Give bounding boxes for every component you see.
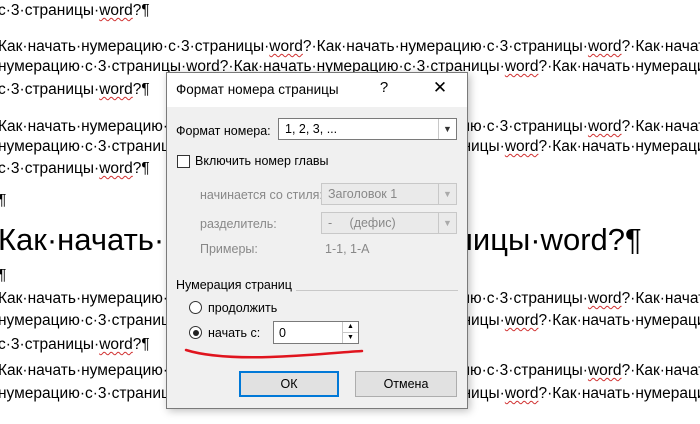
- close-icon[interactable]: ✕: [429, 78, 451, 98]
- misspelled-word: word: [99, 336, 133, 353]
- cancel-button[interactable]: Отмена: [355, 371, 457, 397]
- separator-label: разделитель:: [200, 217, 277, 231]
- text-run: ?·Как·начать·: [621, 38, 700, 55]
- spin-down-icon[interactable]: ▼: [342, 333, 358, 343]
- text-run: нумерацию·с·3·страницы·: [0, 138, 187, 155]
- misspelled-word: word: [99, 160, 133, 177]
- start-at-value: 0: [279, 326, 286, 340]
- number-format-value: 1, 2, 3, ...: [285, 122, 338, 136]
- text-run: с·3·страницы·: [0, 336, 100, 353]
- start-at-radio[interactable]: [189, 326, 202, 339]
- text-run: ?·Как·начать·: [621, 362, 700, 379]
- document-line: Как·начать·нумерацию·с·3·страницы·word?·…: [0, 38, 700, 56]
- examples-label: Примеры:: [200, 242, 258, 256]
- text-run: ?·Как·начать·нумерацию·: [538, 312, 700, 329]
- number-format-select[interactable]: 1, 2, 3, ... ▼: [278, 118, 457, 140]
- radio-selected-dot: [192, 329, 199, 336]
- text-run: нумерацию·с·3·страницы·: [0, 312, 187, 329]
- page-number-format-dialog: Формат номера страницы ? ✕ Формат номера…: [166, 72, 468, 409]
- examples-value: 1-1, 1-А: [325, 242, 370, 256]
- starts-with-style-label: начинается со стиля:: [200, 188, 323, 202]
- misspelled-word: word: [587, 118, 622, 135]
- misspelled-word: word: [504, 312, 539, 329]
- text-run: ?¶: [132, 336, 150, 353]
- start-at-spinbox[interactable]: 0 ▲ ▼: [273, 321, 359, 344]
- misspelled-word: word: [587, 38, 622, 55]
- document-line: с·3·страницы·word?¶: [0, 160, 150, 178]
- document-line: с·3·страницы·word?¶: [0, 336, 150, 354]
- text-run: ?·Как·начать·: [621, 118, 700, 135]
- misspelled-word: word: [504, 138, 539, 155]
- starts-with-style-select[interactable]: Заголовок 1 ▼: [321, 183, 457, 205]
- text-run: ?¶: [132, 81, 150, 98]
- text-run: нумерацию·с·3·страницы·: [0, 385, 187, 402]
- include-chapter-checkbox[interactable]: [177, 155, 190, 168]
- include-chapter-label: Включить номер главы: [195, 154, 329, 168]
- misspelled-word: word: [99, 81, 133, 98]
- misspelled-word: word: [587, 290, 622, 307]
- text-run: ?·Как·начать·нумерацию·: [538, 385, 700, 402]
- misspelled-word: word: [587, 362, 622, 379]
- page-numbering-group-label: Нумерация страниц: [176, 278, 296, 292]
- misspelled-word: word: [99, 2, 133, 19]
- text-run: ?·Как·начать·нумерацию·с·3·страницы·: [302, 38, 588, 55]
- number-format-label: Формат номера:: [176, 124, 271, 138]
- text-run: с·3·страницы·: [0, 160, 100, 177]
- chevron-down-icon: ▼: [438, 213, 456, 233]
- misspelled-word: word: [504, 385, 539, 402]
- text-run: нумерацию·с·3·страницы·: [0, 58, 187, 75]
- spin-up-icon[interactable]: ▲: [342, 322, 358, 333]
- text-run: ?·Как·начать·нумерацию·: [538, 58, 700, 75]
- chevron-down-icon: ▼: [438, 119, 456, 139]
- continue-radio[interactable]: [189, 301, 202, 314]
- help-icon[interactable]: ?: [373, 79, 395, 96]
- ok-button[interactable]: ОК: [239, 371, 339, 397]
- text-run: ¶: [0, 267, 6, 284]
- separator-select[interactable]: - (дефис) ▼: [321, 212, 457, 234]
- document-line: ¶: [0, 192, 6, 210]
- document-line: с·3·страницы·word?¶: [0, 81, 150, 99]
- text-run: Как·начать·нумерацию·с·3·страницы·: [0, 38, 270, 55]
- text-run: с·3·страницы·: [0, 81, 100, 98]
- dialog-title: Формат номера страницы: [176, 82, 339, 97]
- starts-with-style-value: Заголовок 1: [328, 187, 398, 201]
- document-line: ¶: [0, 267, 6, 285]
- misspelled-word: word: [269, 38, 303, 55]
- text-run: ?·Как·начать·нумерацию·: [538, 138, 700, 155]
- text-run: с·3·страницы·: [0, 2, 100, 19]
- start-at-label: начать с:: [208, 326, 261, 340]
- chevron-down-icon: ▼: [438, 184, 456, 204]
- text-run: ¶: [0, 192, 6, 209]
- continue-label: продолжить: [208, 301, 278, 315]
- document-line: с·3·страницы·word?¶: [0, 2, 150, 20]
- dialog-titlebar: Формат номера страницы ? ✕: [167, 73, 467, 107]
- separator-value: - (дефис): [328, 216, 396, 230]
- misspelled-word: word: [504, 58, 539, 75]
- text-run: ?¶: [132, 160, 150, 177]
- text-run: ?·Как·начать·: [621, 290, 700, 307]
- text-run: ?¶: [132, 2, 150, 19]
